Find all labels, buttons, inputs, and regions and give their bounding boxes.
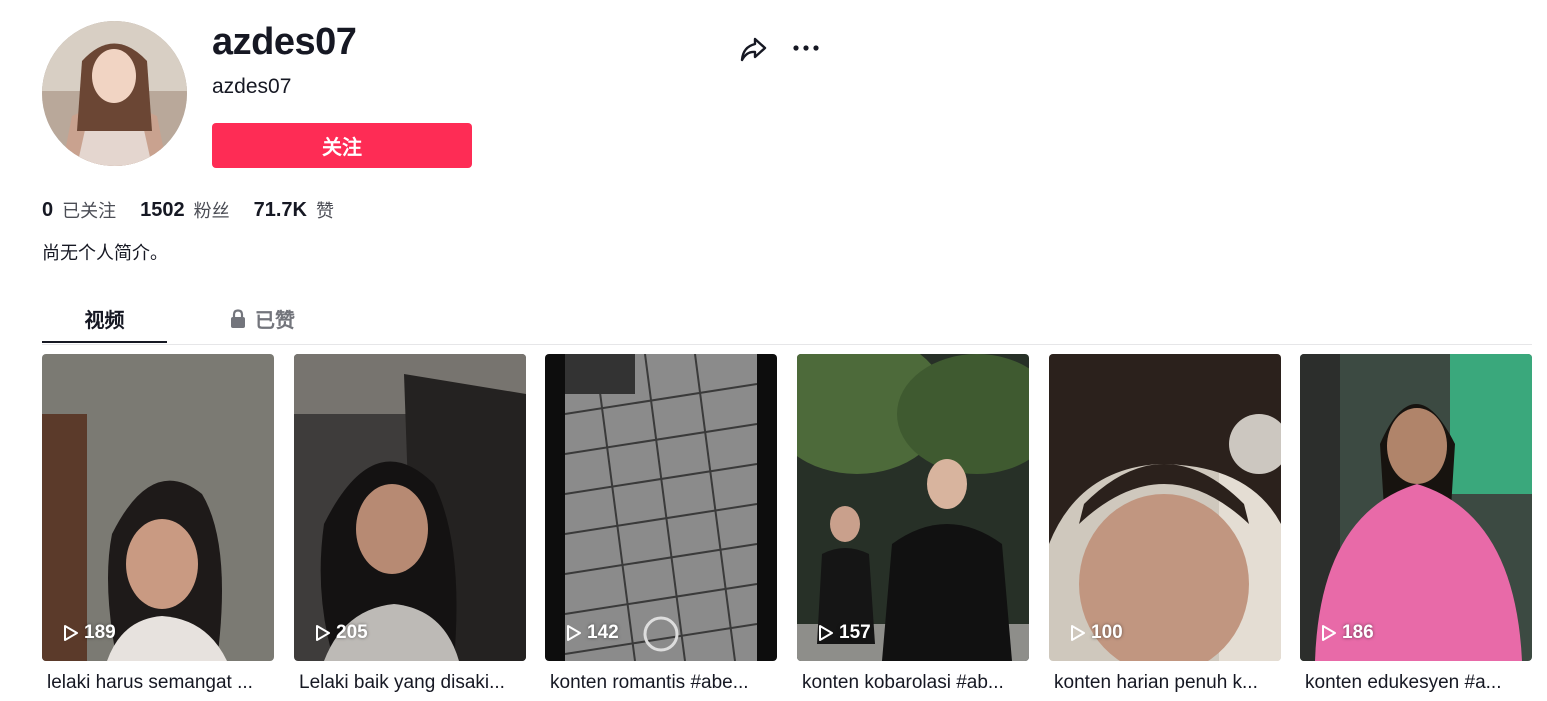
view-count-value: 186 bbox=[1342, 622, 1374, 643]
stat-following[interactable]: 0 已关注 bbox=[42, 197, 116, 223]
profile-subtitle: azdes07 bbox=[212, 75, 292, 98]
more-options-icon[interactable] bbox=[790, 33, 822, 65]
video-card[interactable]: 142 konten romantis #abe... bbox=[545, 354, 777, 694]
stat-likes: 71.7K 赞 bbox=[254, 197, 334, 223]
play-icon bbox=[819, 625, 833, 641]
profile-stats: 0 已关注 1502 粉丝 71.7K 赞 bbox=[42, 196, 358, 224]
video-card[interactable]: 157 konten kobarolasi #ab... bbox=[797, 354, 1029, 694]
video-caption[interactable]: konten kobarolasi #ab... bbox=[802, 672, 1026, 694]
play-icon bbox=[567, 625, 581, 641]
tab-liked-label: 已赞 bbox=[255, 308, 295, 332]
profile-bio: 尚无个人简介。 bbox=[42, 243, 168, 264]
stat-likes-label: 赞 bbox=[316, 201, 334, 222]
tab-videos[interactable]: 视频 bbox=[42, 294, 167, 343]
video-card[interactable]: 100 konten harian penuh k... bbox=[1049, 354, 1281, 694]
profile-tabs: 视频 已赞 bbox=[42, 294, 1532, 345]
view-count-value: 189 bbox=[84, 622, 116, 643]
video-thumbnail bbox=[294, 354, 526, 661]
stat-following-label: 已关注 bbox=[62, 201, 117, 222]
stat-likes-count: 71.7K bbox=[253, 198, 307, 221]
video-caption[interactable]: konten harian penuh k... bbox=[1054, 672, 1278, 694]
view-count-value: 205 bbox=[336, 622, 368, 643]
stat-followers-label: 粉丝 bbox=[193, 201, 230, 222]
stat-followers-count: 1502 bbox=[140, 198, 185, 221]
video-caption[interactable]: lelaki harus semangat ... bbox=[47, 672, 271, 694]
video-thumbnail bbox=[545, 354, 777, 661]
video-thumbnail bbox=[1300, 354, 1532, 661]
profile-avatar[interactable] bbox=[42, 21, 187, 166]
lock-icon bbox=[231, 308, 245, 328]
view-count: 142 bbox=[565, 622, 619, 644]
video-card[interactable]: 205 Lelaki baik yang disaki... bbox=[294, 354, 526, 694]
video-grid: 189 lelaki harus semangat ... 205 Lelaki… bbox=[42, 354, 1532, 694]
play-icon bbox=[1071, 625, 1085, 641]
share-icon[interactable] bbox=[737, 33, 769, 65]
video-card[interactable]: 189 lelaki harus semangat ... bbox=[42, 354, 274, 694]
view-count-value: 142 bbox=[587, 622, 619, 643]
tab-videos-label: 视频 bbox=[84, 308, 125, 332]
play-icon bbox=[64, 625, 78, 641]
view-count-value: 100 bbox=[1091, 622, 1123, 643]
view-count: 157 bbox=[817, 622, 871, 644]
video-caption[interactable]: konten edukesyen #a... bbox=[1305, 672, 1529, 694]
video-thumbnail bbox=[797, 354, 1029, 661]
video-thumbnail bbox=[1049, 354, 1281, 661]
active-tab-indicator bbox=[42, 341, 167, 343]
view-count: 186 bbox=[1320, 622, 1374, 644]
video-thumbnail bbox=[42, 354, 274, 661]
tab-liked[interactable]: 已赞 bbox=[207, 294, 317, 343]
video-caption[interactable]: konten romantis #abe... bbox=[550, 672, 774, 694]
view-count: 189 bbox=[62, 622, 116, 644]
play-icon bbox=[316, 625, 330, 641]
view-count: 205 bbox=[314, 622, 368, 644]
follow-button[interactable]: 关注 bbox=[212, 123, 472, 168]
stat-following-count: 0 bbox=[42, 198, 54, 221]
view-count-value: 157 bbox=[839, 622, 871, 643]
view-count: 100 bbox=[1069, 622, 1123, 644]
video-card[interactable]: 186 konten edukesyen #a... bbox=[1300, 354, 1532, 694]
profile-title: azdes07 bbox=[212, 21, 357, 63]
video-caption[interactable]: Lelaki baik yang disaki... bbox=[299, 672, 523, 694]
stat-followers[interactable]: 1502 粉丝 bbox=[140, 197, 230, 223]
play-icon bbox=[1322, 625, 1336, 641]
